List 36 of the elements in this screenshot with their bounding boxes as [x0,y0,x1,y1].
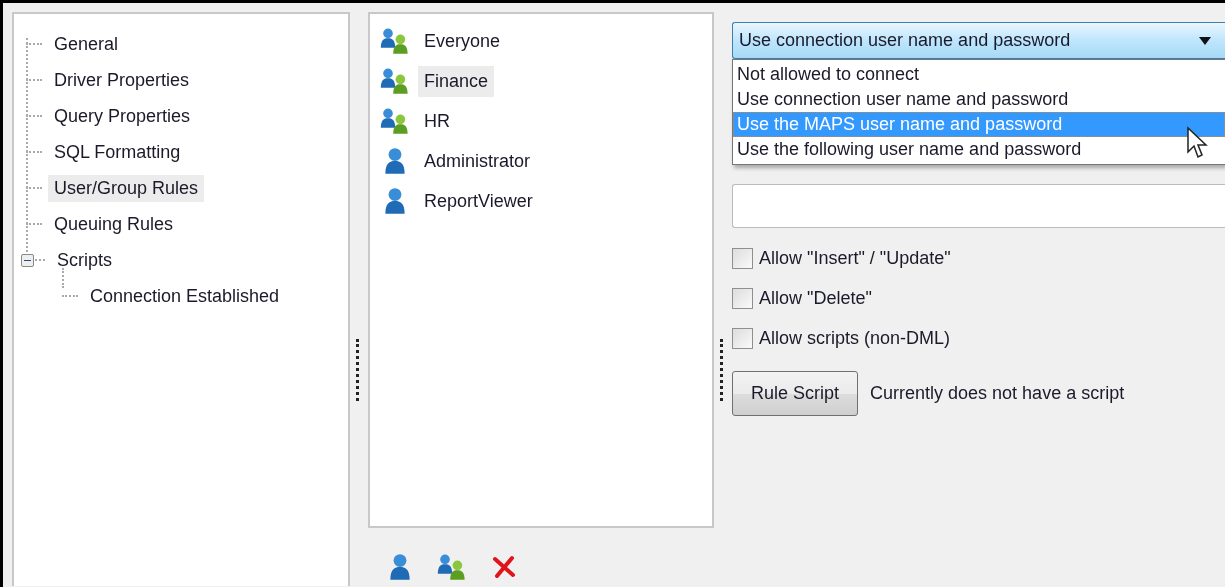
tree-item[interactable]: Driver Properties [48,66,196,94]
list-item[interactable]: HR [418,105,456,137]
group-icon [380,107,410,135]
checkbox-label: Allow scripts (non-DML) [759,328,951,349]
group-icon [437,553,467,581]
tree-item[interactable]: Query Properties [48,102,197,130]
list-item[interactable]: Everyone [418,25,507,57]
checkbox[interactable] [732,328,753,349]
checkbox[interactable] [732,288,753,309]
checkbox-label: Allow "Insert" / "Update" [759,248,951,269]
list-item[interactable]: Finance [418,65,495,97]
rule-script-button[interactable]: Rule Script [732,371,859,416]
tree-item[interactable]: Connection Established [84,282,286,310]
list-item[interactable]: ReportViewer [418,185,539,217]
script-status: Currently does not have a script [870,383,1125,404]
splitter-handle[interactable] [720,338,726,401]
dropdown-option[interactable]: Not allowed to connect [733,62,1225,87]
tree-item[interactable]: General [48,30,125,58]
delete-icon [492,555,516,579]
splitter-handle[interactable] [356,338,362,401]
caret-icon [1199,36,1211,45]
collapse-icon[interactable] [21,253,34,267]
password-field[interactable] [732,184,1225,228]
tree-item[interactable]: User/Group Rules [48,174,205,202]
tree-item[interactable]: SQL Formatting [48,138,187,166]
tree-item[interactable]: Scripts [51,246,118,274]
cursor-icon [1186,126,1210,160]
group-icon [380,67,410,95]
auth-mode-dropdown[interactable]: Use connection user name and password [732,22,1225,59]
checkbox-label: Allow "Delete" [759,288,872,309]
dropdown-option[interactable]: Use connection user name and password [733,87,1225,112]
list-item[interactable]: Administrator [418,145,537,177]
tree-item[interactable]: Queuing Rules [48,210,180,238]
group-icon [380,27,410,55]
dropdown-option[interactable]: Use the following user name and password [733,137,1225,162]
checkbox[interactable] [732,248,753,269]
